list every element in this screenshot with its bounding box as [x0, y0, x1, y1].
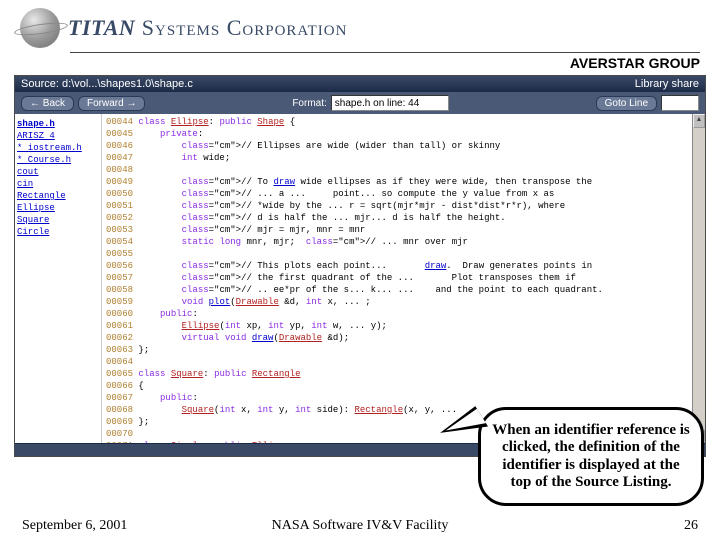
source-browser-window: Source: d:\vol...\shapes1.0\shape.c Libr…	[14, 75, 706, 457]
sidebar-item[interactable]: ARISZ 4	[17, 130, 99, 142]
code-line[interactable]: 00049 class="cm">// To draw wide ellipse…	[106, 176, 688, 188]
identifiers-sidebar: shape.hARISZ 4* iostream.h* Course.hcout…	[15, 114, 102, 443]
browser-toolbar: ← Back Forward → Format: Goto Line	[15, 92, 705, 114]
code-line[interactable]: 00057 class="cm">// the first quadrant o…	[106, 272, 688, 284]
header-divider	[70, 52, 700, 53]
code-line[interactable]: 00066 {	[106, 380, 688, 392]
code-line[interactable]: 00067 public:	[106, 392, 688, 404]
vertical-scrollbar[interactable]: ▲ ▼	[692, 114, 705, 443]
sidebar-item[interactable]: cout	[17, 166, 99, 178]
code-line[interactable]: 00056 class="cm">// This plots each poin…	[106, 260, 688, 272]
footer-center: NASA Software IV&V Facility	[272, 518, 449, 534]
sidebar-item[interactable]: Rectangle	[17, 190, 99, 202]
company-logo-text: TITAN Systems Corporation	[68, 15, 347, 41]
callout-text: When an identifier reference is clicked,…	[492, 422, 689, 490]
code-line[interactable]: 00061 Ellipse(int xp, int yp, int w, ...…	[106, 320, 688, 332]
code-line[interactable]: 00062 virtual void draw(Drawable &d);	[106, 332, 688, 344]
group-label: AVERSTAR GROUP	[0, 55, 720, 71]
code-line[interactable]: 00045 private:	[106, 128, 688, 140]
scroll-up-icon[interactable]: ▲	[693, 114, 705, 128]
sidebar-item[interactable]: * Course.h	[17, 154, 99, 166]
logo-titan: TITAN	[68, 15, 135, 40]
code-line[interactable]: 00053 class="cm">// mjr = mjr, mnr = mnr	[106, 224, 688, 236]
logo-row: TITAN Systems Corporation	[20, 8, 700, 48]
browser-content: shape.hARISZ 4* iostream.h* Course.hcout…	[15, 114, 705, 443]
code-line[interactable]: 00046 class="cm">// Ellipses are wide (w…	[106, 140, 688, 152]
code-line[interactable]: 00054 static long mnr, mjr; class="cm">/…	[106, 236, 688, 248]
scroll-track[interactable]	[693, 128, 705, 429]
sidebar-item[interactable]: Square	[17, 214, 99, 226]
code-line[interactable]: 00063 };	[106, 344, 688, 356]
code-line[interactable]: 00060 public:	[106, 308, 688, 320]
sidebar-item[interactable]: Circle	[17, 226, 99, 238]
back-button[interactable]: ← Back	[21, 96, 74, 111]
code-line[interactable]: 00048	[106, 164, 688, 176]
forward-button[interactable]: Forward →	[78, 96, 145, 111]
window-titlebar: Source: d:\vol...\shapes1.0\shape.c Libr…	[15, 76, 705, 92]
code-line[interactable]: 00047 int wide;	[106, 152, 688, 164]
explanation-callout: When an identifier reference is clicked,…	[478, 407, 704, 506]
code-line[interactable]: 00044 class Ellipse: public Shape {	[106, 116, 688, 128]
goto-line-input[interactable]	[661, 95, 699, 111]
source-listing: 00044 class Ellipse: public Shape {00045…	[102, 114, 692, 443]
code-line[interactable]: 00055	[106, 248, 688, 260]
format-input[interactable]	[331, 95, 449, 111]
footer-date: September 6, 2001	[22, 518, 127, 534]
globe-icon	[20, 8, 60, 48]
code-line[interactable]: 00050 class="cm">// ... a ... point... s…	[106, 188, 688, 200]
code-line[interactable]: 00064	[106, 356, 688, 368]
library-share-label: Library share	[635, 78, 699, 90]
sidebar-item[interactable]: Ellipse	[17, 202, 99, 214]
window-title-text: Source: d:\vol...\shapes1.0\shape.c	[21, 78, 193, 90]
sidebar-item-current[interactable]: shape.h	[17, 118, 99, 130]
code-line[interactable]: 00052 class="cm">// d is half the ... mj…	[106, 212, 688, 224]
code-line[interactable]: 00051 class="cm">// *wide by the ... r =…	[106, 200, 688, 212]
code-line[interactable]: 00059 void plot(Drawable &d, int x, ... …	[106, 296, 688, 308]
sidebar-item[interactable]: * iostream.h	[17, 142, 99, 154]
format-label: Format:	[292, 98, 326, 109]
code-line[interactable]: 00058 class="cm">// .. ee*pr of the s...…	[106, 284, 688, 296]
goto-line-button[interactable]: Goto Line	[596, 96, 657, 111]
code-line[interactable]: 00065 class Square: public Rectangle	[106, 368, 688, 380]
logo-rest: Systems Corporation	[135, 15, 347, 40]
page-number: 26	[684, 518, 698, 534]
sidebar-item[interactable]: cin	[17, 178, 99, 190]
slide-header: TITAN Systems Corporation	[0, 0, 720, 50]
slide-footer: September 6, 2001 NASA Software IV&V Fac…	[0, 518, 720, 534]
